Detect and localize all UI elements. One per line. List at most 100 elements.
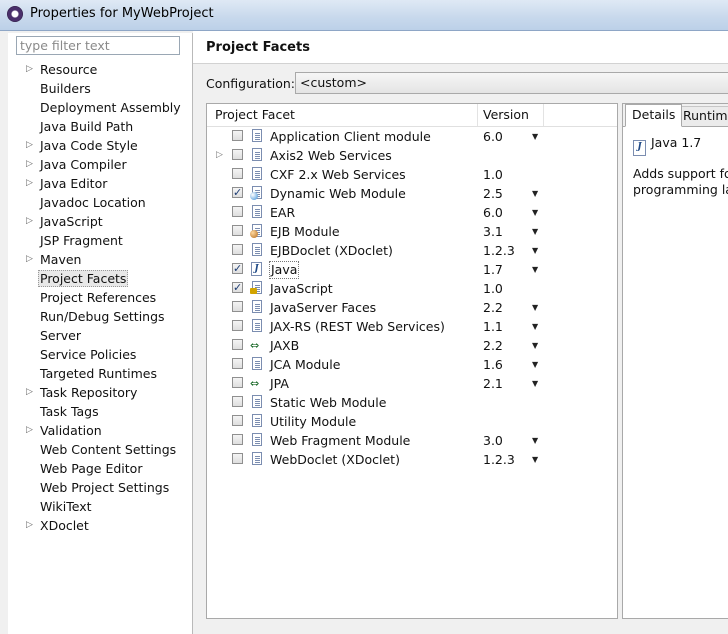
table-row[interactable]: Utility Module [207,412,617,431]
sidebar-item-task-tags[interactable]: Task Tags [8,402,192,421]
facet-checkbox[interactable] [232,396,243,407]
facet-checkbox[interactable] [232,434,243,445]
facet-version[interactable]: 1.2.3 [483,241,515,260]
expand-arrow-icon[interactable]: ▷ [26,155,33,174]
facet-checkbox[interactable] [232,168,243,179]
sidebar-item-project-references[interactable]: Project References [8,288,192,307]
facet-checkbox[interactable] [232,130,243,141]
table-row[interactable]: Web Fragment Module 3.0 ▼ [207,431,617,450]
facet-version[interactable]: 3.0 [483,431,503,450]
column-header-version[interactable]: Version [483,107,529,122]
table-row[interactable]: Dynamic Web Module 2.5 ▼ [207,183,617,203]
facet-version[interactable]: 1.7 [483,260,503,279]
sidebar-item-project-facets[interactable]: Project Facets [8,269,192,288]
sidebar-item-server[interactable]: Server [8,326,192,345]
table-row[interactable]: JAX-RS (REST Web Services) 1.1 ▼ [207,317,617,336]
facet-checkbox[interactable] [232,339,243,350]
facet-version[interactable]: 6.0 [483,127,503,146]
table-row[interactable]: JavaServer Faces 2.2 ▼ [207,298,617,317]
facet-checkbox[interactable] [232,301,243,312]
facet-checkbox[interactable] [232,377,243,388]
version-dropdown-icon[interactable]: ▼ [532,203,538,222]
table-row[interactable]: EJB Module 3.1 ▼ [207,222,617,241]
sidebar-item-java-compiler[interactable]: ▷ Java Compiler [8,155,192,174]
version-dropdown-icon[interactable]: ▼ [532,450,538,469]
facet-checkbox[interactable] [232,206,243,217]
facet-version[interactable]: 2.1 [483,374,503,393]
table-row[interactable]: ▷ Axis2 Web Services [207,146,617,165]
expand-arrow-icon[interactable]: ▷ [26,516,33,535]
version-dropdown-icon[interactable]: ▼ [532,336,538,355]
facet-checkbox[interactable] [232,320,243,331]
facet-checkbox[interactable] [232,183,243,202]
sidebar-item-web-page-editor[interactable]: Web Page Editor [8,459,192,478]
facet-version[interactable]: 2.2 [483,298,503,317]
facet-checkbox[interactable] [232,415,243,426]
version-dropdown-icon[interactable]: ▼ [532,222,538,241]
sidebar-item-javadoc-location[interactable]: Javadoc Location [8,193,192,212]
facet-version[interactable]: 2.2 [483,336,503,355]
sidebar-item-web-project-settings[interactable]: Web Project Settings [8,478,192,497]
sidebar-item-run-debug-settings[interactable]: Run/Debug Settings [8,307,192,326]
expand-arrow-icon[interactable]: ▷ [26,136,33,155]
expand-arrow-icon[interactable]: ▷ [26,250,33,269]
table-row[interactable]: EJBDoclet (XDoclet) 1.2.3 ▼ [207,241,617,260]
sidebar-item-jsp-fragment[interactable]: JSP Fragment [8,231,192,250]
table-row[interactable]: JavaScript 1.0 [207,278,617,298]
configuration-combo[interactable]: <custom> [295,72,728,94]
version-dropdown-icon[interactable]: ▼ [532,298,538,317]
facet-checkbox[interactable] [232,149,243,160]
table-row[interactable]: CXF 2.x Web Services 1.0 [207,165,617,184]
version-dropdown-icon[interactable]: ▼ [532,127,538,146]
table-row[interactable]: Application Client module 6.0 ▼ [207,127,617,146]
table-row[interactable]: ⇔ JPA 2.1 ▼ [207,374,617,393]
sidebar-item-java-code-style[interactable]: ▷ Java Code Style [8,136,192,155]
facet-checkbox[interactable] [232,225,243,236]
facet-checkbox[interactable] [232,259,243,278]
version-dropdown-icon[interactable]: ▼ [532,317,538,336]
sidebar-item-validation[interactable]: ▷ Validation [8,421,192,440]
expand-arrow-icon[interactable]: ▷ [216,146,223,165]
facet-version[interactable]: 1.1 [483,317,503,336]
table-row[interactable]: J Java 1.7 ▼ [207,259,617,279]
column-header-facet[interactable]: Project Facet [215,107,295,122]
sidebar-item-builders[interactable]: Builders [8,79,192,98]
sidebar-item-java-build-path[interactable]: Java Build Path [8,117,192,136]
table-row[interactable]: EAR 6.0 ▼ [207,203,617,222]
tab-runtimes[interactable]: Runtimes [677,106,728,126]
expand-arrow-icon[interactable]: ▷ [26,421,33,440]
facet-version[interactable]: 3.1 [483,222,503,241]
version-dropdown-icon[interactable]: ▼ [532,260,538,279]
expand-arrow-icon[interactable]: ▷ [26,383,33,402]
table-row[interactable]: JCA Module 1.6 ▼ [207,355,617,374]
version-dropdown-icon[interactable]: ▼ [532,241,538,260]
facet-checkbox[interactable] [232,278,243,297]
facet-checkbox[interactable] [232,244,243,255]
sidebar-item-wikitext[interactable]: WikiText [8,497,192,516]
table-row[interactable]: WebDoclet (XDoclet) 1.2.3 ▼ [207,450,617,469]
sidebar-item-maven[interactable]: ▷ Maven [8,250,192,269]
column-divider[interactable] [477,104,478,126]
sidebar-item-targeted-runtimes[interactable]: Targeted Runtimes [8,364,192,383]
facet-version[interactable]: 2.5 [483,184,503,203]
sidebar-item-web-content-settings[interactable]: Web Content Settings [8,440,192,459]
table-row[interactable]: Static Web Module [207,393,617,412]
sidebar-item-service-policies[interactable]: Service Policies [8,345,192,364]
facet-version[interactable]: 1.2.3 [483,450,515,469]
column-divider[interactable] [543,104,544,126]
version-dropdown-icon[interactable]: ▼ [532,374,538,393]
tab-details[interactable]: Details [625,104,683,127]
expand-arrow-icon[interactable]: ▷ [26,212,33,231]
expand-arrow-icon[interactable]: ▷ [26,174,33,193]
sidebar-item-resource[interactable]: ▷ Resource [8,60,192,79]
table-row[interactable]: ⇔ JAXB 2.2 ▼ [207,336,617,355]
sidebar-item-javascript[interactable]: ▷ JavaScript [8,212,192,231]
filter-input[interactable] [16,36,180,55]
version-dropdown-icon[interactable]: ▼ [532,431,538,450]
facet-version[interactable]: 1.6 [483,355,503,374]
sidebar-item-task-repository[interactable]: ▷ Task Repository [8,383,192,402]
expand-arrow-icon[interactable]: ▷ [26,60,33,79]
version-dropdown-icon[interactable]: ▼ [532,355,538,374]
version-dropdown-icon[interactable]: ▼ [532,184,538,203]
sidebar-item-java-editor[interactable]: ▷ Java Editor [8,174,192,193]
